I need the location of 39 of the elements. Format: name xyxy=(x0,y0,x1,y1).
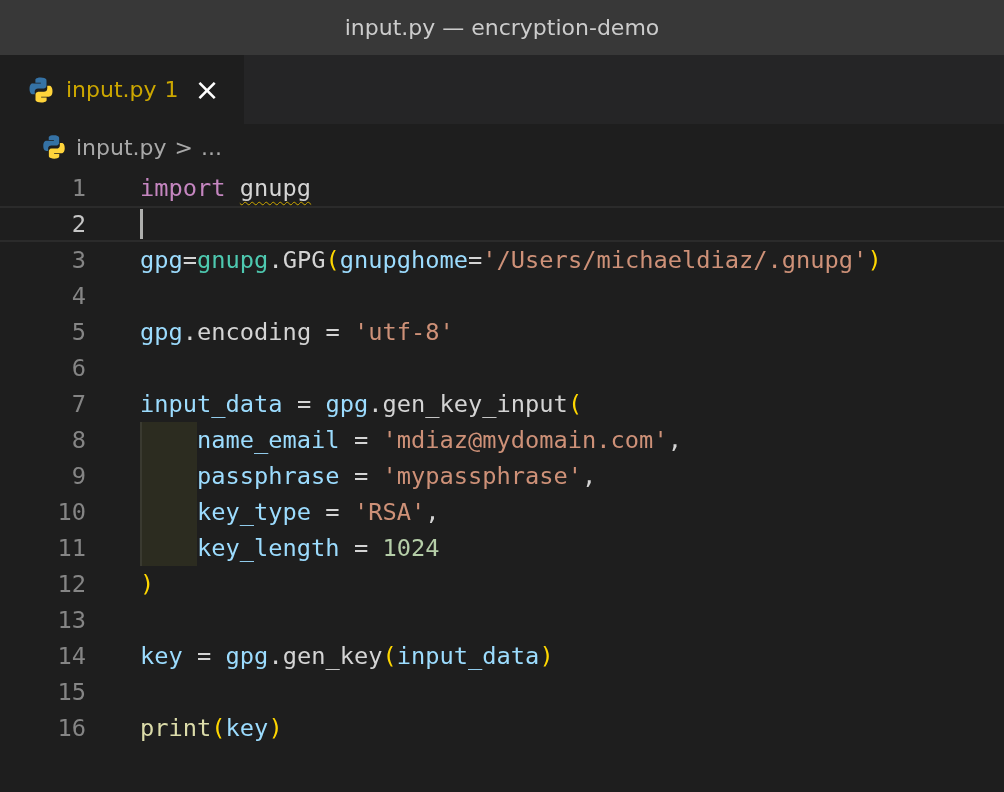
tab-label: input.py xyxy=(66,77,157,102)
code-line: gpg.encoding = 'utf-8' xyxy=(140,318,454,346)
editor-tab[interactable]: input.py 1 × xyxy=(0,55,244,124)
code-line: import gnupg xyxy=(140,174,312,202)
line-number: 8 xyxy=(70,426,86,454)
line-number: 14 xyxy=(56,642,86,670)
line-number: 12 xyxy=(56,570,86,598)
line-number: 6 xyxy=(70,354,86,382)
code-line: ) xyxy=(140,570,155,598)
line-number: 11 xyxy=(56,534,86,562)
line-number: 4 xyxy=(70,282,86,310)
problem-count: 1 xyxy=(164,77,179,102)
indent-highlight xyxy=(140,422,197,458)
code-line: key = gpg.gen_key(input_data) xyxy=(140,642,554,670)
breadcrumb-item[interactable]: input.py xyxy=(76,134,167,160)
line-number: 15 xyxy=(56,678,86,706)
line-number: 9 xyxy=(70,462,86,490)
line-number: 1 xyxy=(70,174,86,202)
line-number: 16 xyxy=(56,714,86,742)
close-icon[interactable]: × xyxy=(194,74,220,105)
line-number: 5 xyxy=(70,318,86,346)
code-line: input_data = gpg.gen_key_input( xyxy=(140,390,583,418)
breadcrumb-item[interactable]: ... xyxy=(201,134,222,160)
line-number: 7 xyxy=(70,390,86,418)
breadcrumb-separator: > xyxy=(174,134,193,160)
window-title: input.py — encryption-demo xyxy=(344,15,660,40)
line-number: 2 xyxy=(70,210,86,238)
line-number: 13 xyxy=(56,606,86,634)
code-line: print(key) xyxy=(140,714,283,742)
code-line: gpg=gnupg.GPG(gnupghome='/Users/michaeldiaz/.gnupg') xyxy=(140,246,882,274)
python-file-icon xyxy=(40,133,68,161)
text-cursor xyxy=(140,209,143,239)
code-line: key_type = 'RSA', xyxy=(197,498,440,526)
indent-highlight xyxy=(140,530,197,566)
code-line: key_length = 1024 xyxy=(197,534,440,562)
line-number: 3 xyxy=(70,246,86,274)
code-line: name_email = 'mdiaz@mydomain.com', xyxy=(197,426,682,454)
code-line: passphrase = 'mypassphrase', xyxy=(197,462,597,490)
line-number: 10 xyxy=(56,498,86,526)
